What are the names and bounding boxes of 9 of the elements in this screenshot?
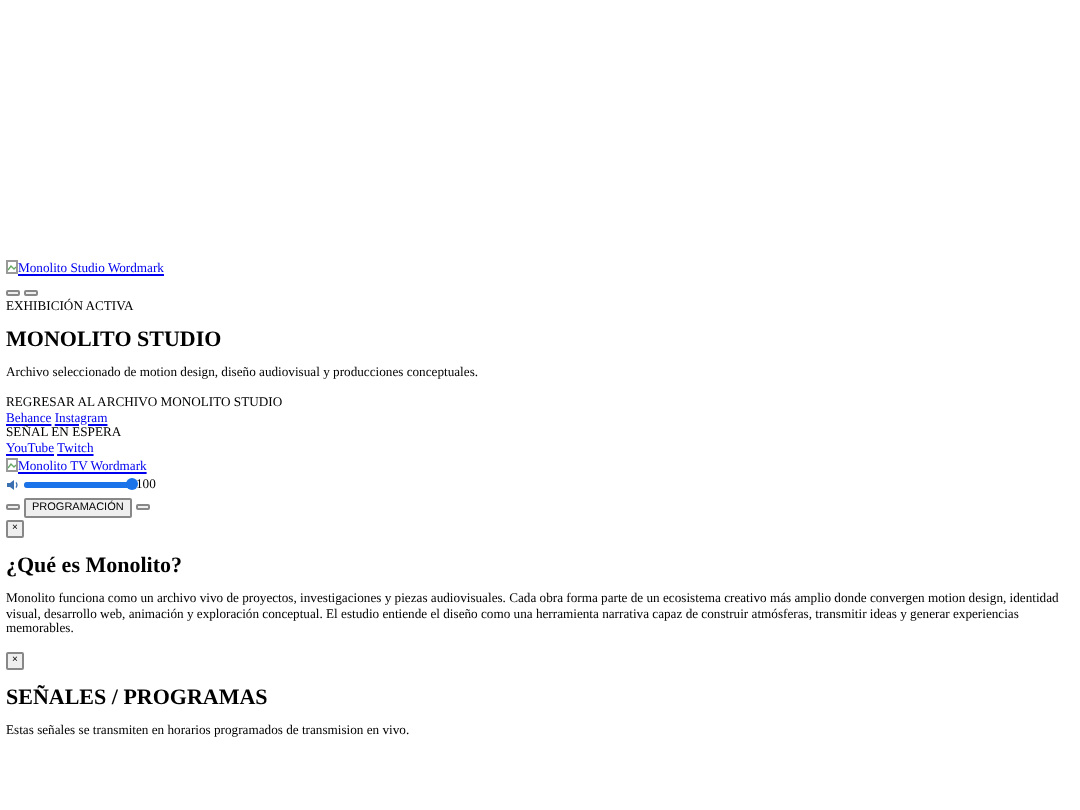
volume-slider[interactable] [24, 482, 132, 489]
speaker-icon [6, 478, 20, 493]
broken-image-icon [6, 459, 18, 474]
broken-image-icon [6, 262, 18, 276]
page-title: MONOLITO STUDIO [6, 328, 224, 355]
empty-button[interactable] [135, 504, 150, 511]
section-heading: SEÑALES / PROGRAMAS [6, 686, 270, 713]
section-heading: ¿Qué es Monolito? [6, 554, 184, 581]
empty-button[interactable] [6, 504, 20, 511]
